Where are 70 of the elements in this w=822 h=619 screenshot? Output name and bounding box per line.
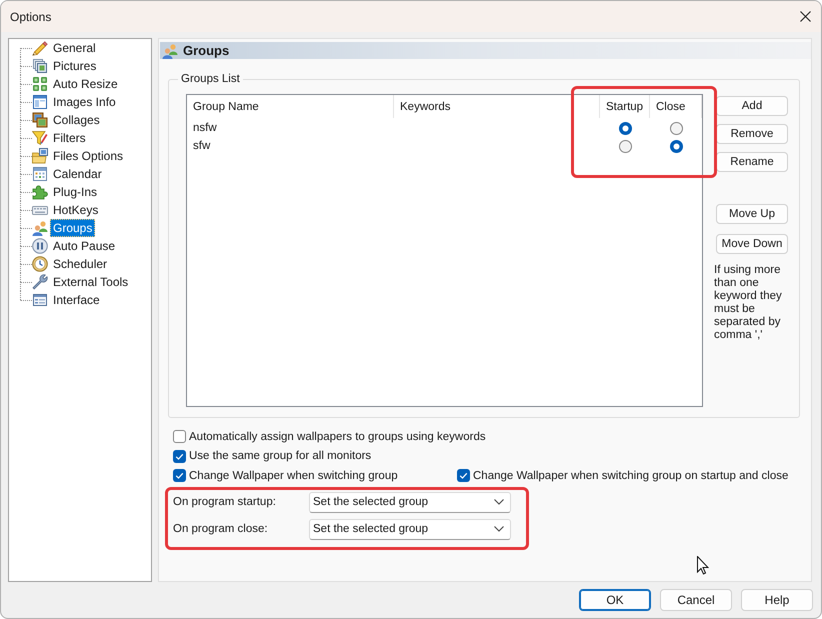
tree-item[interactable]: HotKeys bbox=[50, 201, 102, 219]
window-title: Options bbox=[10, 10, 52, 24]
rename-button[interactable]: Rename bbox=[716, 152, 788, 172]
radio-button[interactable] bbox=[670, 140, 682, 152]
groups-list[interactable]: Group Name Keywords Startup Close nsfw sfw bbox=[186, 94, 703, 407]
checkbox[interactable] bbox=[173, 469, 186, 482]
tree-item[interactable]: Groups bbox=[50, 219, 96, 237]
wrench-icon bbox=[32, 274, 48, 290]
window-icon bbox=[32, 94, 48, 110]
pictures-icon bbox=[32, 58, 48, 74]
chevron-down-icon bbox=[494, 526, 504, 532]
chevron-down-icon bbox=[494, 499, 504, 505]
column-header[interactable]: Close bbox=[650, 95, 702, 118]
checkbox-label: Use the same group for all monitors bbox=[189, 450, 372, 462]
ok-button[interactable]: OK bbox=[579, 589, 651, 611]
checkbox-label: Automatically assign wallpapers to groups using keywords bbox=[189, 430, 486, 443]
table-cell: nsfw bbox=[193, 122, 217, 134]
dropdown[interactable]: Set the selected group bbox=[309, 518, 511, 540]
checkbox[interactable] bbox=[173, 430, 186, 444]
checkbox[interactable] bbox=[457, 469, 470, 482]
help-button[interactable]: Help bbox=[741, 589, 813, 611]
close-button[interactable] bbox=[800, 11, 811, 22]
tree-item[interactable]: Auto Resize bbox=[50, 75, 121, 93]
tree-item[interactable]: Filters bbox=[50, 129, 89, 147]
move-up-button[interactable]: Move Up bbox=[716, 204, 788, 224]
remove-button[interactable]: Remove bbox=[716, 124, 788, 144]
checkbox-label: Change Wallpaper when switching group bbox=[189, 470, 398, 482]
pause-icon bbox=[32, 238, 48, 254]
tree-item[interactable]: General bbox=[50, 39, 99, 57]
calendar-icon bbox=[32, 166, 48, 182]
dropdown[interactable]: Set the selected group bbox=[309, 492, 511, 512]
grid-icon bbox=[32, 76, 48, 92]
puzzle-piece-icon bbox=[32, 184, 48, 200]
checkbox-label: Change Wallpaper when switching group on startup and close bbox=[473, 470, 788, 482]
tree-item[interactable]: External Tools bbox=[50, 273, 132, 291]
radio-button[interactable] bbox=[618, 122, 632, 134]
people-icon bbox=[32, 220, 48, 236]
tree-item[interactable]: Calendar bbox=[50, 165, 105, 183]
tree-item[interactable]: Pictures bbox=[50, 57, 100, 75]
people-icon bbox=[162, 42, 178, 58]
hint-text: If using more than one keyword they must be separated by comma ',' bbox=[714, 264, 783, 342]
tree-item[interactable]: Auto Pause bbox=[50, 237, 118, 255]
table-cell: sfw bbox=[193, 140, 210, 152]
field-label: On program close: bbox=[173, 523, 269, 535]
tree-item[interactable]: Scheduler bbox=[50, 255, 110, 273]
column-header[interactable]: Group Name bbox=[187, 95, 394, 118]
tree-item[interactable]: Files Options bbox=[50, 147, 126, 165]
radio-button[interactable] bbox=[618, 140, 632, 152]
tree-item[interactable]: Collages bbox=[50, 111, 103, 129]
tree-item[interactable]: Interface bbox=[50, 291, 103, 309]
frames-icon bbox=[32, 112, 48, 128]
tree-item[interactable]: Images Info bbox=[50, 93, 119, 111]
form-window-icon bbox=[32, 292, 48, 308]
column-header[interactable]: Startup bbox=[600, 95, 650, 118]
mouse-cursor-icon bbox=[697, 556, 709, 575]
move-down-button[interactable]: Move Down bbox=[716, 234, 788, 254]
add-button[interactable]: Add bbox=[716, 96, 788, 116]
funnel-icon bbox=[32, 130, 48, 146]
tree-item[interactable]: Plug-Ins bbox=[50, 183, 100, 201]
folder-icon bbox=[32, 148, 48, 164]
pencil-icon bbox=[32, 40, 48, 56]
column-header[interactable]: Keywords bbox=[394, 95, 600, 118]
group-box-title: Groups List bbox=[180, 72, 241, 86]
clock-icon bbox=[32, 256, 48, 272]
field-label: On program startup: bbox=[173, 496, 277, 508]
checkbox[interactable] bbox=[173, 450, 186, 463]
section-title: Groups bbox=[183, 43, 230, 58]
close-icon bbox=[800, 11, 811, 22]
radio-button[interactable] bbox=[670, 122, 682, 134]
cancel-button[interactable]: Cancel bbox=[660, 589, 732, 611]
